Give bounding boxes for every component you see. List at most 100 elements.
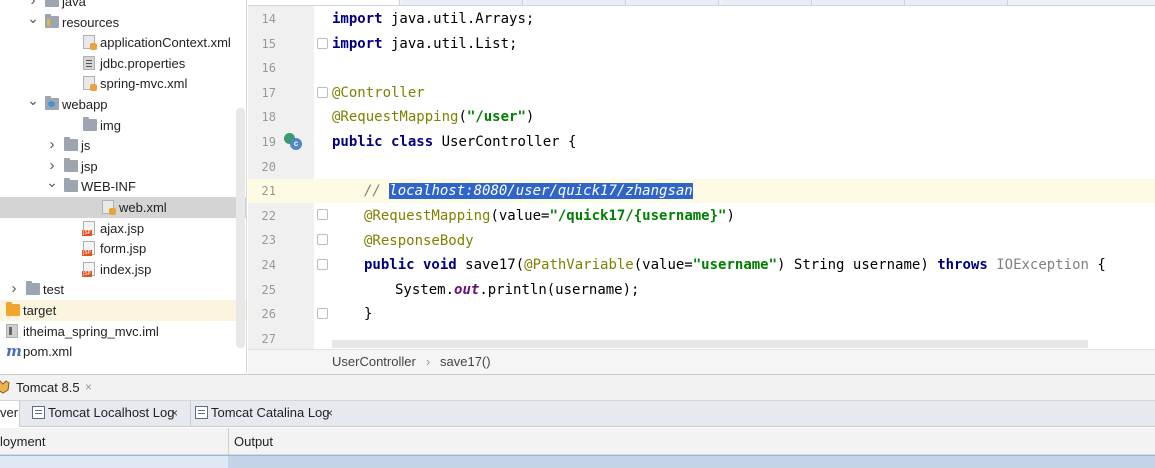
tree-item-label: jsp [81,158,98,174]
fold-marker-icon[interactable] [317,259,328,270]
server-panel-header: loyment Output [0,428,1155,455]
jsp-file-icon [82,220,95,236]
folder-icon [26,281,40,296]
tree-item[interactable]: target [0,300,246,321]
code-line-25[interactable]: System.out.println(username); [395,278,639,302]
fold-marker-icon[interactable] [317,38,328,49]
line-number: 17 [261,85,276,100]
tree-item[interactable]: ⌄ WEB-INF [0,174,246,197]
project-tree-scrollbar[interactable] [236,108,245,348]
folder-icon [64,178,78,193]
resources-folder-icon [45,13,59,28]
line-number: 27 [261,331,276,346]
fold-marker-icon[interactable] [317,234,328,245]
tree-item-label: itheima_spring_mvc.iml [23,323,159,339]
line-number: 18 [261,110,276,125]
tree-item-label: pom.xml [23,344,73,360]
tree-item[interactable]: itheima_spring_mvc.iml [0,321,246,342]
properties-file-icon [83,55,95,70]
tab-localhost-log[interactable]: Tomcat Localhost Log × [28,401,188,427]
line-number: 25 [261,282,276,297]
tree-item[interactable]: › js [0,134,246,156]
tree-item-label: spring-mvc.xml [100,76,188,92]
code-line-26[interactable]: } [364,302,372,326]
log-icon [195,406,208,419]
tree-item[interactable]: applicationContext.xml [0,32,246,53]
tree-item[interactable]: m pom.xml [0,341,246,362]
tree-item[interactable]: ⌄ webapp [0,92,246,115]
tree-item-label: target [23,303,57,318]
code-line-21[interactable]: // localhost:8080/user/quick17/zhangsan [364,179,693,203]
iml-file-icon [6,323,18,338]
folder-icon [83,116,97,131]
excluded-folder-icon [6,302,20,316]
tree-item[interactable]: › test [0,278,246,300]
project-tree[interactable]: › java ⌄ resources applicationContext.xml jdb… [0,0,247,373]
tree-item[interactable]: ⌄ resources [0,10,246,33]
jsp-file-icon [82,261,95,277]
tab-catalina-log[interactable]: Tomcat Catalina Log × [190,401,340,427]
line-number: 26 [261,307,276,322]
spring-class-icon[interactable]: c [284,133,302,151]
line-number: 21 [261,184,276,199]
deployment-row[interactable] [0,456,228,468]
chevron-down-icon[interactable]: ⌄ [27,90,39,111]
folder-icon [64,137,78,152]
tree-item-label: form.jsp [100,241,147,257]
line-number: 15 [261,36,276,51]
chevron-down-icon[interactable]: ⌄ [27,8,39,29]
tree-item-label: webapp [62,97,108,112]
line-number: 14 [261,12,276,26]
run-tabs: ver Tomcat Localhost Log × Tomcat Catali… [0,400,1155,427]
line-number: 19 [261,135,276,149]
tree-item-label: index.jsp [100,261,152,277]
tree-item[interactable]: img [0,115,246,136]
horizontal-scrollbar[interactable] [332,340,1088,348]
code-line-14[interactable]: import java.util.Arrays; [332,7,534,31]
line-number: 24 [261,258,276,272]
xml-file-icon [83,35,97,51]
breadcrumb: UserController › save17() [248,349,1155,374]
tree-item[interactable]: › jsp [0,156,246,177]
line-number: 22 [261,208,276,223]
chevron-right-icon[interactable]: › [46,134,58,155]
folder-icon [45,0,59,7]
chevron-right-icon[interactable]: › [8,278,20,299]
close-icon[interactable]: × [171,401,178,425]
column-divider[interactable] [228,428,229,455]
close-icon[interactable]: × [85,380,92,394]
tree-item-label: java [62,0,86,9]
breadcrumb-class[interactable]: UserController [332,354,416,369]
tree-item[interactable]: form.jsp [0,238,246,259]
selected-text[interactable]: localhost:8080/user/quick17/zhangsan [389,183,693,199]
tab-server[interactable]: ver [0,401,20,427]
deployment-list[interactable] [0,455,1155,468]
breadcrumb-separator: › [426,354,431,369]
code-line-18[interactable]: @RequestMapping("/user") [332,105,534,129]
code-line-15[interactable]: import java.util.List; [332,32,517,56]
tree-item-label: test [43,282,64,298]
fold-marker-icon[interactable] [317,87,328,98]
tomcat-icon [0,380,10,394]
run-config-name[interactable]: Tomcat 8.5 [16,380,80,395]
code-line-19[interactable]: public class UserController { [332,130,576,154]
run-config-bar: Tomcat 8.5 × [0,374,1155,400]
tree-item[interactable]: index.jsp [0,259,246,280]
close-icon[interactable]: × [326,401,333,425]
tree-item[interactable]: jdbc.properties [0,53,246,74]
code-line-23[interactable]: @ResponseBody [364,229,474,253]
folder-icon [64,157,78,172]
breadcrumb-method[interactable]: save17() [440,354,491,369]
tree-item[interactable]: ajax.jsp [0,218,246,239]
fold-marker-icon[interactable] [317,209,328,220]
chevron-down-icon[interactable]: ⌄ [46,172,58,193]
tree-item-label: ajax.jsp [100,220,145,236]
fold-marker-icon[interactable] [317,308,328,319]
tree-item-label: applicationContext.xml [100,35,231,51]
code-line-17[interactable]: @Controller [332,81,425,105]
jsp-file-icon [82,241,95,257]
tree-item[interactable]: web.xml [0,197,246,218]
code-line-22[interactable]: @RequestMapping(value="/quick17/{usernam… [364,204,735,228]
xml-file-icon [83,76,97,92]
code-line-24[interactable]: public void save17(@PathVariable(value="… [364,253,1106,277]
